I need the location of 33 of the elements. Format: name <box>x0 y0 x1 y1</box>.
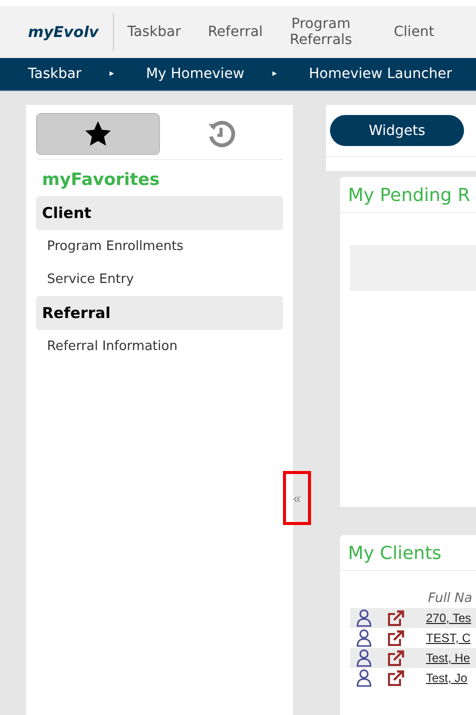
external-link-icon[interactable] <box>387 650 405 666</box>
favorite-link[interactable]: Program Enrollments <box>36 230 283 263</box>
column-header: Full Na <box>428 591 472 606</box>
favorites-tab[interactable] <box>36 113 160 155</box>
history-icon <box>206 119 236 149</box>
person-icon[interactable] <box>356 669 372 687</box>
nav-link[interactable]: Program Referrals <box>290 16 352 48</box>
person-icon[interactable] <box>356 629 372 647</box>
breadcrumb-separator: ▸ <box>109 69 114 79</box>
external-link-icon[interactable] <box>387 670 405 686</box>
favorites-group-header: Referral <box>36 296 283 330</box>
breadcrumb-link[interactable]: My Homeview <box>146 66 244 82</box>
external-link-icon[interactable] <box>387 610 405 626</box>
widget-title: My Pending R <box>340 177 476 213</box>
nav-link[interactable]: Client <box>378 24 450 40</box>
full-name-link[interactable]: TEST, C <box>426 631 471 645</box>
star-icon <box>82 120 113 148</box>
breadcrumb-link[interactable]: Taskbar <box>28 66 82 82</box>
favorites-title: myFavorites <box>41 169 161 192</box>
favorites-group-header: Client <box>36 196 283 230</box>
favorite-link[interactable]: Referral Information <box>36 330 283 363</box>
widgets-button[interactable]: Widgets <box>330 115 464 146</box>
nav-link[interactable]: Referral <box>206 24 264 40</box>
person-icon[interactable] <box>356 649 372 667</box>
person-icon[interactable] <box>356 609 372 627</box>
breadcrumb-link[interactable]: Homeview Launcher <box>308 66 452 82</box>
full-name-link[interactable]: Test, Jo <box>426 671 468 685</box>
app-logo[interactable]: myEvolv <box>28 23 99 41</box>
external-link-icon[interactable] <box>387 630 405 646</box>
widget-title: My Clients <box>340 535 476 571</box>
nav-link[interactable]: Taskbar <box>127 24 181 40</box>
breadcrumb-separator: ▸ <box>272 69 277 79</box>
favorite-link[interactable]: Service Entry <box>36 263 283 296</box>
